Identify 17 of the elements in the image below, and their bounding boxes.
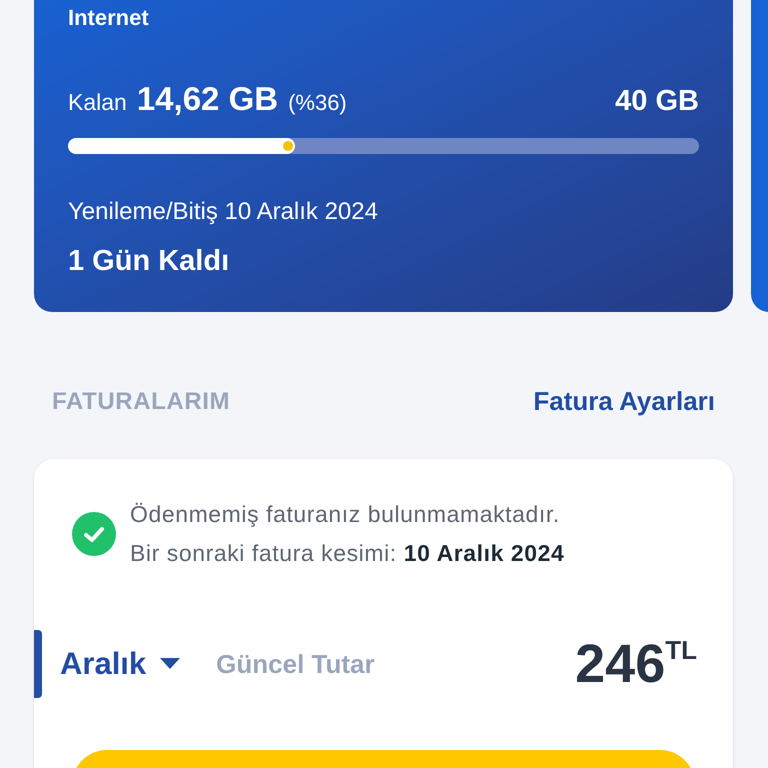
renewal-date: Yenileme/Bitiş 10 Aralık 2024: [68, 196, 379, 226]
amount-label: Güncel Tutar: [216, 648, 375, 680]
bill-amount: 246: [575, 635, 666, 693]
remaining-label: Kalan: [68, 88, 127, 117]
days-left: 1 Gün Kaldı: [68, 244, 230, 278]
section-title: FATURALARIM: [52, 386, 230, 416]
card-title: Internet: [68, 4, 150, 32]
currency: TL: [665, 635, 697, 665]
status-message: Ödenmemiş faturanız bulunmamaktadır.: [130, 500, 561, 529]
bill-settings-link[interactable]: Fatura Ayarları: [533, 382, 715, 421]
total-amount: 40 GB: [615, 84, 699, 119]
caret-icon: [160, 658, 180, 670]
remaining-percent: (%36): [288, 89, 347, 117]
selection-bar: [34, 630, 42, 698]
month-dropdown[interactable]: Aralık: [60, 640, 180, 688]
remaining-amount: 14,62 GB: [136, 79, 278, 119]
next-bill-date: Bir sonraki fatura kesimi: 10 Aralık 2024: [130, 538, 564, 568]
